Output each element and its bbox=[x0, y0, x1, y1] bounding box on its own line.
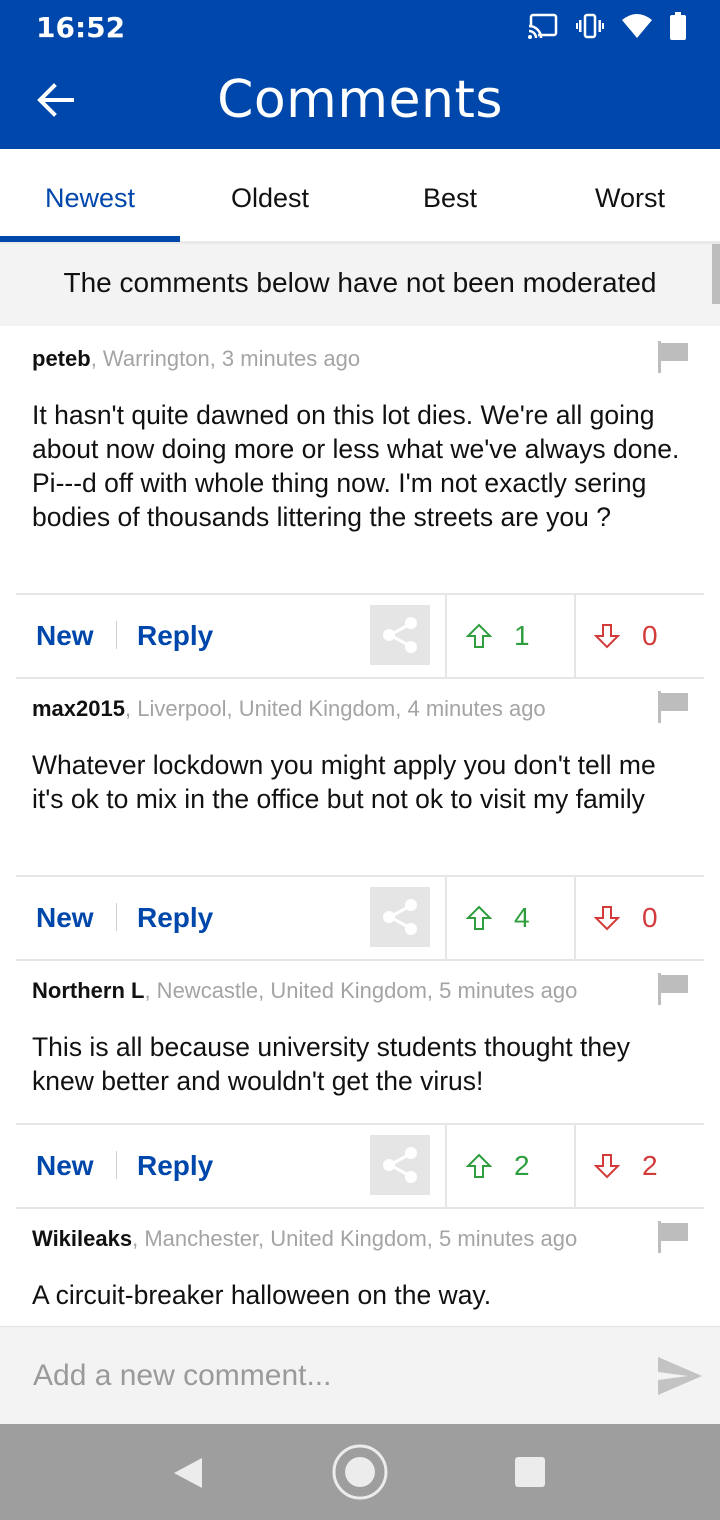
downvote-count: 0 bbox=[642, 620, 658, 651]
share-button[interactable] bbox=[370, 887, 430, 947]
flag-icon[interactable] bbox=[658, 341, 688, 373]
arrow-down-icon bbox=[594, 906, 620, 931]
comment-body: This is all because university students … bbox=[32, 1032, 631, 1096]
comment-location-time: , Newcastle, United Kingdom, 5 minutes a… bbox=[144, 978, 578, 1003]
tab-worst[interactable]: Worst bbox=[540, 149, 720, 241]
divider bbox=[574, 877, 576, 959]
divider bbox=[116, 903, 117, 931]
upvote-button[interactable]: 1 bbox=[466, 595, 530, 677]
downvote-count: 2 bbox=[642, 1150, 658, 1181]
tab-newest[interactable]: Newest bbox=[0, 149, 180, 241]
share-icon bbox=[383, 1147, 417, 1183]
status-icons bbox=[528, 12, 686, 40]
comment-username[interactable]: peteb bbox=[32, 346, 91, 371]
comment-location-time: , Manchester, United Kingdom, 5 minutes … bbox=[132, 1226, 578, 1251]
flag-icon[interactable] bbox=[658, 973, 688, 1005]
scrollbar[interactable] bbox=[712, 244, 720, 304]
comment-composer: Add a new comment... bbox=[0, 1326, 720, 1425]
upvote-button[interactable]: 2 bbox=[466, 1125, 530, 1207]
comment-body: A circuit-breaker halloween on the way. bbox=[32, 1280, 492, 1310]
share-icon bbox=[383, 899, 417, 935]
share-button[interactable] bbox=[370, 1135, 430, 1195]
comment-meta: peteb, Warrington, 3 minutes ago bbox=[32, 346, 360, 372]
comment-body: It hasn't quite dawned on this lot dies.… bbox=[32, 400, 680, 532]
comment-actions: New Reply 1 0 bbox=[16, 593, 704, 679]
upvote-count: 4 bbox=[514, 902, 530, 933]
comment-location-time: , Liverpool, United Kingdom, 4 minutes a… bbox=[124, 696, 546, 721]
divider bbox=[116, 621, 117, 649]
divider bbox=[116, 1151, 117, 1179]
comment-meta: max2015, Liverpool, United Kingdom, 4 mi… bbox=[32, 696, 546, 722]
page-title: Comments bbox=[217, 70, 503, 130]
status-time: 16:52 bbox=[36, 11, 126, 44]
comment-location-time: , Warrington, 3 minutes ago bbox=[90, 346, 361, 371]
flag-icon[interactable] bbox=[658, 691, 688, 723]
downvote-count: 0 bbox=[642, 902, 658, 933]
comment-meta: Wikileaks, Manchester, United Kingdom, 5… bbox=[32, 1226, 577, 1252]
send-icon[interactable] bbox=[658, 1357, 702, 1395]
new-button[interactable]: New bbox=[36, 877, 94, 959]
wifi-icon bbox=[622, 14, 652, 38]
comment-username[interactable]: max2015 bbox=[32, 696, 125, 721]
status-bar: 16:52 bbox=[0, 0, 720, 52]
upvote-count: 1 bbox=[514, 620, 530, 651]
battery-icon bbox=[670, 12, 686, 40]
nav-recents-icon[interactable] bbox=[514, 1456, 546, 1488]
share-button[interactable] bbox=[370, 605, 430, 665]
divider bbox=[445, 595, 447, 677]
arrow-up-icon bbox=[466, 1153, 492, 1178]
new-button[interactable]: New bbox=[36, 1125, 94, 1207]
arrow-up-icon bbox=[466, 623, 492, 648]
downvote-button[interactable]: 0 bbox=[594, 595, 658, 677]
divider bbox=[445, 877, 447, 959]
reply-button[interactable]: Reply bbox=[137, 877, 213, 959]
moderation-notice: The comments below have not been moderat… bbox=[0, 244, 720, 326]
sort-tabs: Newest Oldest Best Worst bbox=[0, 149, 720, 244]
vibrate-icon bbox=[576, 13, 604, 39]
comment-meta: Northern L, Newcastle, United Kingdom, 5… bbox=[32, 978, 577, 1004]
comment-input[interactable]: Add a new comment... bbox=[33, 1327, 331, 1425]
upvote-button[interactable]: 4 bbox=[466, 877, 530, 959]
comment-username[interactable]: Northern L bbox=[32, 978, 144, 1003]
share-icon bbox=[383, 617, 417, 653]
upvote-count: 2 bbox=[514, 1150, 530, 1181]
reply-button[interactable]: Reply bbox=[137, 1125, 213, 1207]
active-tab-indicator bbox=[0, 236, 180, 242]
cast-icon bbox=[528, 13, 558, 39]
new-button[interactable]: New bbox=[36, 595, 94, 677]
arrow-up-icon bbox=[466, 905, 492, 930]
reply-button[interactable]: Reply bbox=[137, 595, 213, 677]
nav-home-icon[interactable] bbox=[331, 1443, 389, 1501]
arrow-down-icon bbox=[594, 624, 620, 649]
divider bbox=[445, 1125, 447, 1207]
tab-oldest[interactable]: Oldest bbox=[180, 149, 360, 241]
nav-back-icon[interactable] bbox=[172, 1456, 204, 1490]
comment-username[interactable]: Wikileaks bbox=[32, 1226, 132, 1251]
tab-best[interactable]: Best bbox=[360, 149, 540, 241]
downvote-button[interactable]: 0 bbox=[594, 877, 658, 959]
system-nav-bar bbox=[0, 1424, 720, 1520]
divider bbox=[574, 1125, 576, 1207]
comment-actions: New Reply 2 2 bbox=[16, 1123, 704, 1209]
arrow-down-icon bbox=[594, 1154, 620, 1179]
comment-body: Whatever lockdown you might apply you do… bbox=[32, 750, 656, 814]
downvote-button[interactable]: 2 bbox=[594, 1125, 658, 1207]
comment-actions: New Reply 4 0 bbox=[16, 875, 704, 961]
flag-icon[interactable] bbox=[658, 1221, 688, 1253]
app-bar: Comments bbox=[0, 52, 720, 149]
divider bbox=[574, 595, 576, 677]
